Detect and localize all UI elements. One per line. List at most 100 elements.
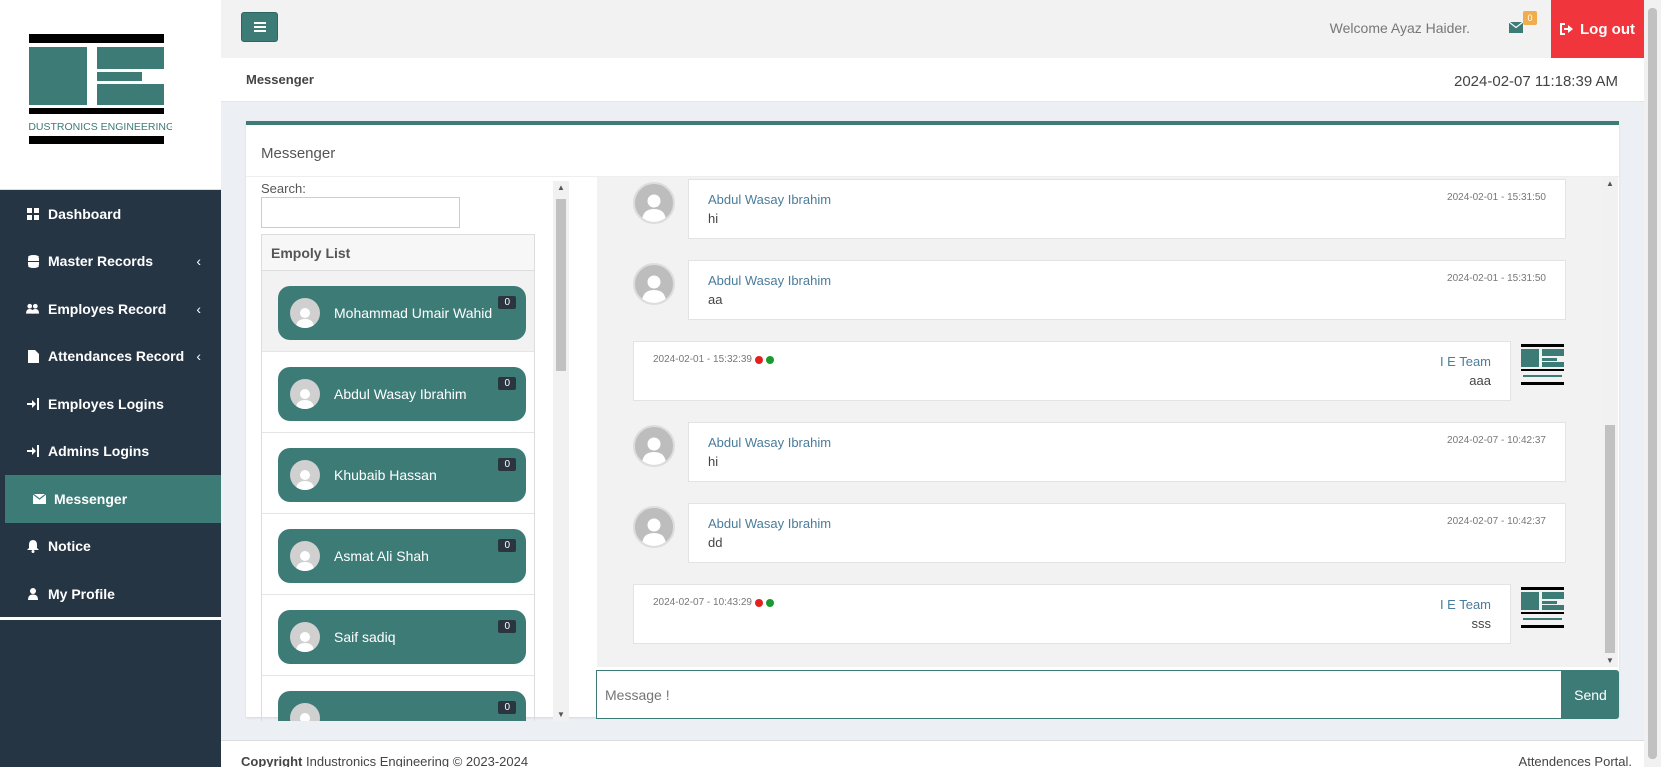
company-logo[interactable]: INDUSTRONICS ENGINEERING: [29, 34, 172, 152]
avatar: [290, 379, 320, 409]
page-title: Messenger: [246, 72, 314, 87]
list-item: Mohammad Umair Wahid 0: [262, 271, 534, 352]
sidebar-item-messenger[interactable]: Messenger: [5, 475, 221, 523]
scroll-down-icon[interactable]: ▼: [1606, 656, 1614, 665]
employee-name: Asmat Ali Shah: [334, 548, 429, 564]
employee-button[interactable]: Mohammad Umair Wahid 0: [278, 286, 526, 340]
grid-icon: [26, 207, 40, 221]
avatar: [290, 703, 320, 721]
search-label: Search:: [261, 181, 306, 196]
message-text: sss: [1471, 616, 1492, 631]
unread-count-badge: 0: [498, 296, 516, 309]
sign-in-icon: [26, 444, 40, 458]
database-icon: [26, 254, 40, 268]
message-bubble: 2024-02-07 - 10:43:29 I E Team sss: [633, 584, 1511, 644]
sidebar-nav: Dashboard Master Records ‹ Employes Reco…: [0, 190, 221, 618]
users-icon: [26, 302, 40, 316]
message-outgoing: 2024-02-01 - 15:32:39 I E Team aaa: [633, 341, 1564, 401]
employee-button[interactable]: Abdul Wasay Ibrahim 0: [278, 367, 526, 421]
sidebar-item-notice[interactable]: Notice: [0, 523, 221, 571]
sidebar-item-label: Dashboard: [48, 205, 122, 222]
sidebar-item-employes-logins[interactable]: Employes Logins: [0, 380, 221, 428]
message-sender: Abdul Wasay Ibrahim: [708, 273, 832, 288]
logo-text: INDUSTRONICS ENGINEERING: [29, 121, 172, 133]
top-bar: Welcome Ayaz Haider. 0 Log out: [221, 0, 1644, 58]
sidebar-item-dashboard[interactable]: Dashboard: [0, 190, 221, 238]
status-dot-green: [765, 598, 774, 607]
message-time: 2024-02-07 - 10:43:29: [653, 597, 752, 608]
sidebar-item-employes-record[interactable]: Employes Record ‹: [0, 285, 221, 333]
employee-name: Abdul Wasay Ibrahim: [334, 386, 467, 402]
unread-count-badge: 0: [498, 620, 516, 633]
scrollbar-thumb[interactable]: [1605, 425, 1615, 653]
message-text: dd: [708, 535, 723, 550]
message-sender: I E Team: [1439, 354, 1491, 369]
hamburger-icon: [253, 22, 266, 32]
messenger-panel: Messenger Search: Empoly List Mohammad U…: [246, 121, 1619, 721]
message-time-row: 2024-02-01 - 15:32:39: [653, 354, 774, 365]
current-datetime: 2024-02-07 11:18:39 AM: [1453, 73, 1618, 90]
avatar: [290, 622, 320, 652]
employee-name: Saif sadiq: [334, 629, 396, 645]
sidebar-item-label: My Profile: [48, 585, 115, 602]
file-icon: [26, 349, 40, 363]
scrollbar-thumb[interactable]: [556, 199, 566, 371]
avatar: [290, 298, 320, 328]
sidebar-item-label: Employes Logins: [48, 395, 164, 412]
sidebar-divider: [0, 617, 221, 620]
scrollbar-thumb[interactable]: [1648, 8, 1657, 759]
chat-messages: Abdul Wasay Ibrahim hi 2024-02-01 - 15:3…: [597, 177, 1602, 667]
scroll-up-icon[interactable]: ▲: [1606, 179, 1614, 188]
status-dot-red: [754, 598, 763, 607]
send-button[interactable]: Send: [1562, 670, 1619, 719]
message-text: aa: [708, 292, 723, 307]
message-text: hi: [708, 211, 719, 226]
sidebar-item-my-profile[interactable]: My Profile: [0, 570, 221, 618]
user-icon: [26, 587, 40, 601]
scroll-up-icon[interactable]: ▲: [557, 183, 565, 192]
unread-count-badge: 0: [498, 377, 516, 390]
message-sender: I E Team: [1439, 597, 1491, 612]
team-logo-icon: [1521, 587, 1564, 628]
copyright-text: Industronics Engineering © 2023-2024: [302, 754, 529, 767]
avatar: [633, 506, 675, 548]
window-scrollbar[interactable]: [1644, 0, 1661, 767]
chat-scrollbar[interactable]: ▲ ▼: [1602, 177, 1618, 667]
sidebar-item-master-records[interactable]: Master Records ‹: [0, 238, 221, 286]
avatar: [633, 263, 675, 305]
employee-button[interactable]: 0: [278, 691, 526, 721]
employee-list-scrollbar[interactable]: ▲ ▼: [553, 181, 569, 721]
menu-toggle-button[interactable]: [241, 12, 278, 42]
message-incoming: Abdul Wasay Ibrahim aa 2024-02-01 - 15:3…: [633, 260, 1566, 320]
message-time: 2024-02-07 - 10:42:37: [1447, 516, 1546, 527]
page-header: Messenger 2024-02-07 11:18:39 AM: [221, 58, 1644, 102]
messages-button[interactable]: 0: [1509, 11, 1537, 38]
logout-button[interactable]: Log out: [1551, 0, 1644, 58]
footer: Copyright Industronics Engineering © 202…: [221, 740, 1644, 767]
message-time: 2024-02-01 - 15:31:50: [1447, 273, 1546, 284]
message-input[interactable]: [596, 670, 1562, 719]
sidebar-item-attendances-record[interactable]: Attendances Record ‹: [0, 333, 221, 381]
logo-area: INDUSTRONICS ENGINEERING: [0, 0, 221, 190]
chevron-left-icon: ‹: [196, 253, 201, 270]
search-input[interactable]: [261, 197, 460, 228]
message-incoming: Abdul Wasay Ibrahim hi 2024-02-07 - 10:4…: [633, 422, 1566, 482]
unread-count-badge: 0: [498, 539, 516, 552]
message-bubble: 2024-02-01 - 15:32:39 I E Team aaa: [633, 341, 1511, 401]
sidebar-item-admins-logins[interactable]: Admins Logins: [0, 428, 221, 476]
avatar: [633, 425, 675, 467]
panel-title: Messenger: [261, 145, 336, 162]
message-time: 2024-02-01 - 15:32:39: [653, 354, 752, 365]
employee-button[interactable]: Khubaib Hassan 0: [278, 448, 526, 502]
scroll-down-icon[interactable]: ▼: [557, 710, 565, 719]
message-bubble: Abdul Wasay Ibrahim hi 2024-02-01 - 15:3…: [688, 179, 1566, 239]
team-logo-icon: [1521, 344, 1564, 385]
sign-in-icon: [26, 397, 40, 411]
employee-button[interactable]: Asmat Ali Shah 0: [278, 529, 526, 583]
unread-count-badge: 0: [498, 701, 516, 714]
footer-copyright: Copyright Industronics Engineering © 202…: [241, 754, 528, 767]
message-time: 2024-02-07 - 10:42:37: [1447, 435, 1546, 446]
message-time: 2024-02-01 - 15:31:50: [1447, 192, 1546, 203]
chevron-left-icon: ‹: [196, 348, 201, 365]
employee-button[interactable]: Saif sadiq 0: [278, 610, 526, 664]
